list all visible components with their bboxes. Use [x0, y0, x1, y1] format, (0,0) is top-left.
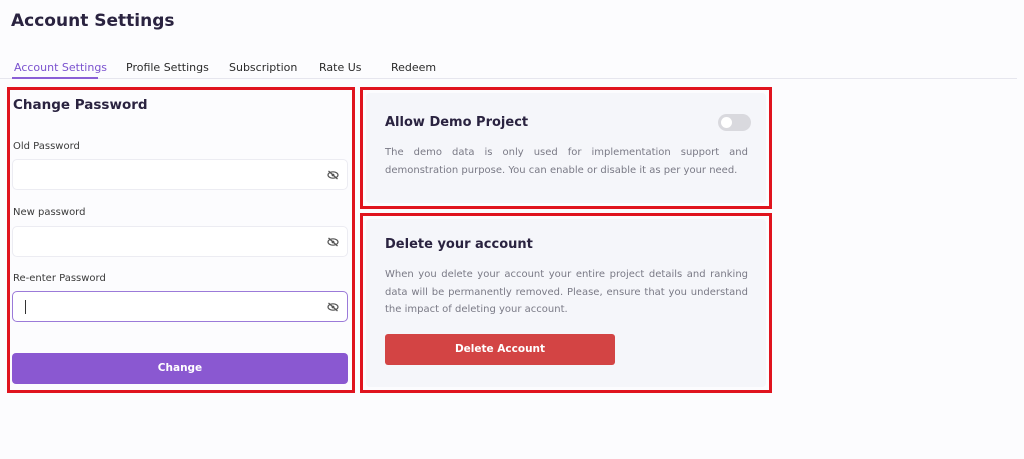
highlight-box-password	[7, 87, 355, 393]
tab-rate-us[interactable]: Rate Us	[319, 61, 362, 74]
tab-redeem[interactable]: Redeem	[391, 61, 436, 74]
tab-profile-settings[interactable]: Profile Settings	[126, 61, 209, 74]
tab-subscription[interactable]: Subscription	[229, 61, 297, 74]
page-title: Account Settings	[11, 11, 175, 31]
active-tab-indicator	[12, 77, 98, 79]
highlight-box-delete	[360, 213, 772, 393]
tab-account-settings[interactable]: Account Settings	[14, 61, 107, 74]
highlight-box-demo	[360, 87, 772, 209]
tab-bar: Account Settings Profile Settings Subscr…	[0, 56, 1017, 79]
